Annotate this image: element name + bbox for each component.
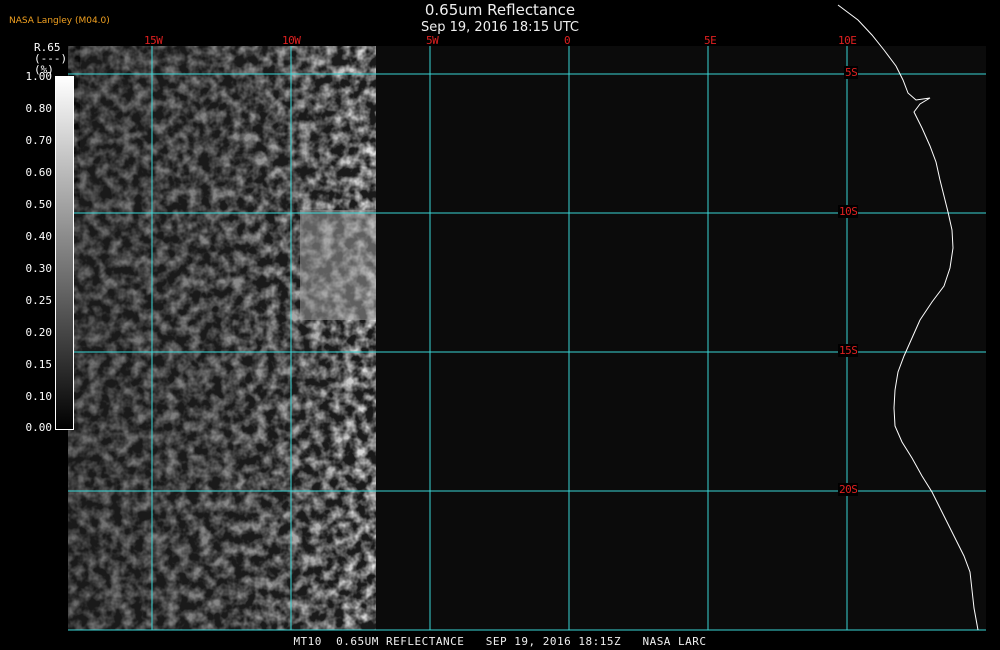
lat-label-5s: 5S [844, 66, 859, 79]
legend-tick: 0.15 [25, 358, 53, 371]
lon-label-15w: 15W [144, 34, 163, 47]
lon-label-10e: 10E [838, 34, 857, 47]
legend-tick: 0.40 [25, 230, 53, 243]
legend-tick: 0.80 [25, 102, 53, 115]
lat-label-10s: 10S [838, 205, 859, 218]
page-title: 0.65um Reflectance [424, 1, 576, 19]
legend-tick: 0.10 [25, 390, 53, 403]
lat-label-15s: 15S [838, 344, 859, 357]
lon-label-10w: 10W [282, 34, 301, 47]
satellite-swath [68, 46, 376, 630]
page-subtitle: Sep 19, 2016 18:15 UTC [420, 20, 580, 35]
lon-label-5w: 5W [426, 34, 439, 47]
source-credit: NASA Langley (M04.0) [9, 16, 110, 26]
legend-tick: 1.00 [25, 70, 53, 83]
legend-tick: 0.30 [25, 262, 53, 275]
legend-tick: 0.70 [25, 134, 53, 147]
legend-color-bar [55, 76, 74, 430]
legend-tick: 0.00 [25, 421, 53, 434]
legend-tick: 0.60 [25, 166, 53, 179]
legend-tick: 0.20 [25, 326, 53, 339]
lon-label-0: 0 [564, 34, 571, 47]
footer-caption: MT10 0.65UM REFLECTANCE SEP 19, 2016 18:… [293, 635, 707, 648]
legend-tick: 0.50 [25, 198, 53, 211]
map-canvas [68, 4, 986, 631]
lat-label-20s: 20S [838, 483, 859, 496]
lon-label-5e: 5E [704, 34, 717, 47]
legend-tick: 0.25 [25, 294, 53, 307]
